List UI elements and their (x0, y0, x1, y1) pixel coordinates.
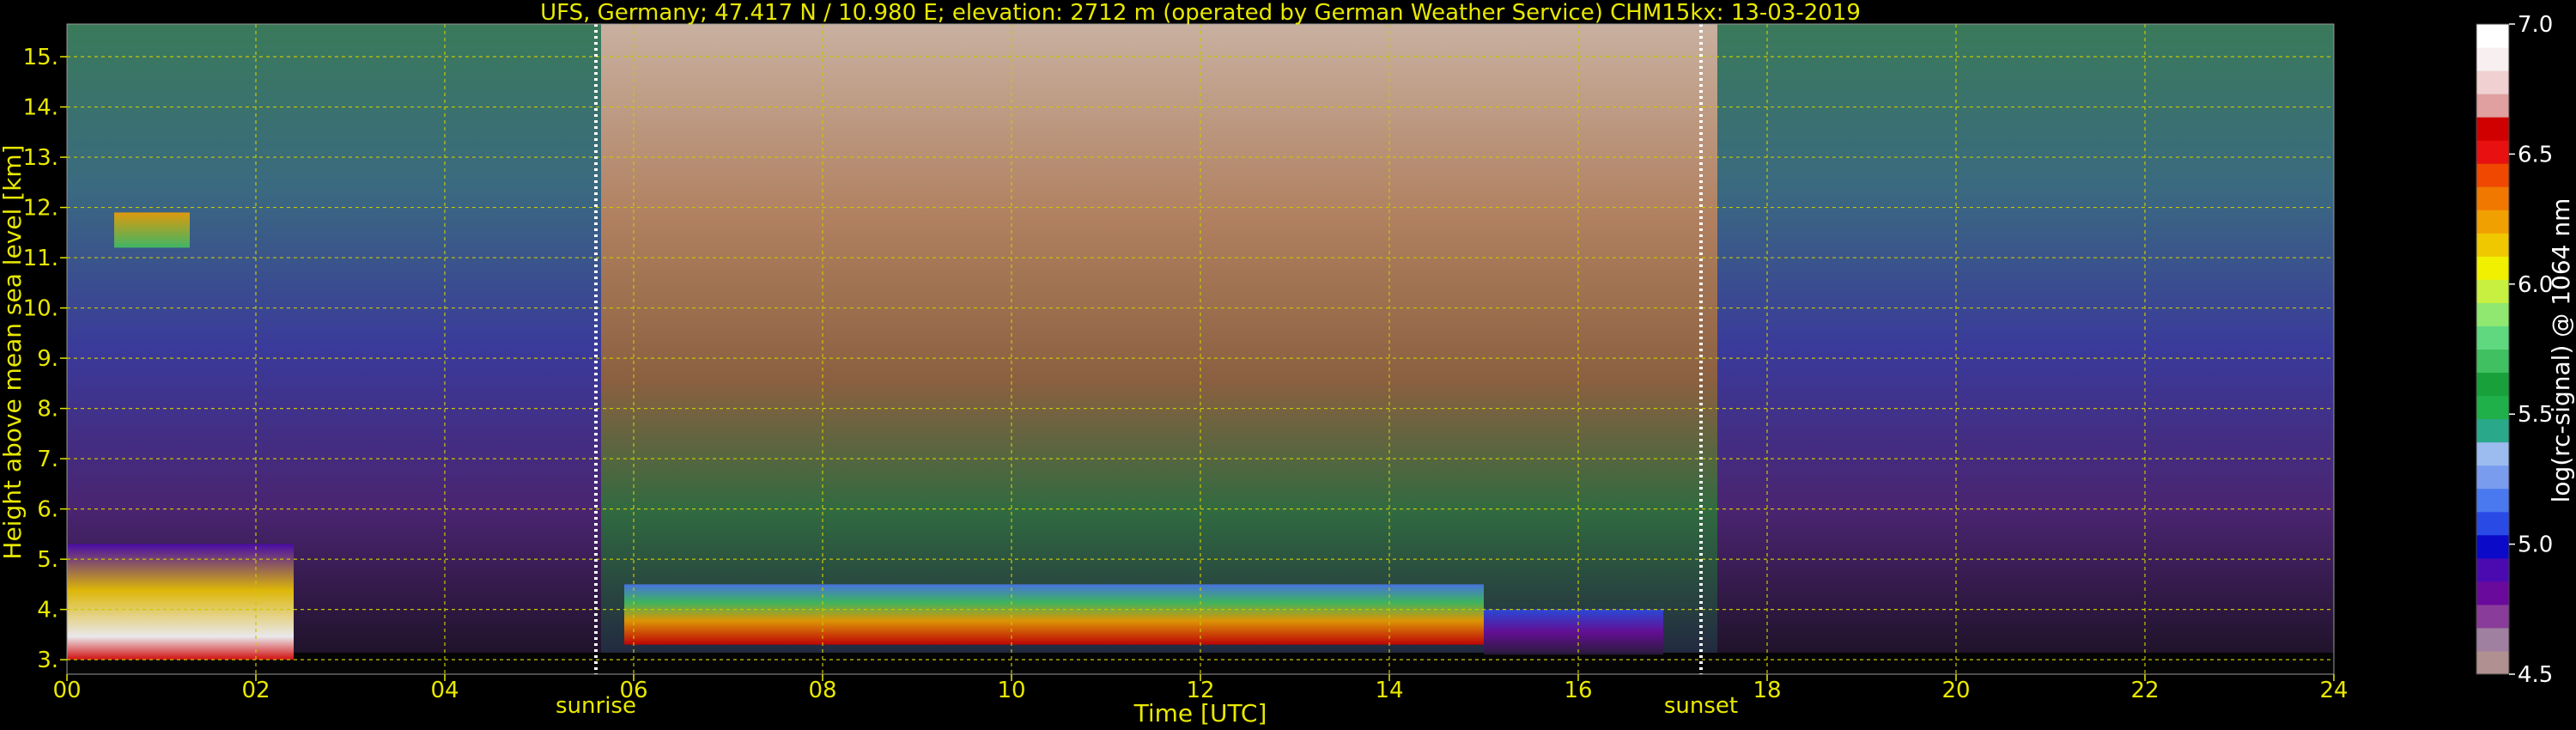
colorbar-swatch (2476, 534, 2509, 559)
x-tick-label: 24 (2319, 678, 2348, 703)
daytime-background (601, 24, 1717, 674)
y-tick-label: 11. (23, 246, 58, 271)
colorbar-swatch (2476, 465, 2509, 490)
y-tick-label: 5. (37, 547, 58, 573)
colorbar-swatch (2476, 302, 2509, 326)
x-tick-label: 02 (241, 678, 270, 703)
colorbar-swatch (2476, 349, 2509, 374)
y-tick-label: 6. (37, 497, 58, 523)
colorbar: 4.55.05.56.06.57.0 (2476, 12, 2553, 688)
y-tick-label: 15. (23, 45, 58, 70)
colorbar-swatch (2476, 94, 2509, 118)
y-axis-ticks: 3. 4. 5. 6. 7. 8. 9. 10. 11. 12. 13. 14. 15. (23, 45, 67, 673)
y-tick-label: 9. (37, 346, 58, 372)
x-tick-label: 14 (1375, 678, 1403, 703)
y-tick-label: 10. (23, 296, 58, 322)
cloud-layer (624, 584, 1484, 645)
cloud-layer (114, 212, 190, 248)
x-tick-label: 06 (619, 678, 647, 703)
y-axis-label: Height above mean sea level [km] (0, 144, 27, 559)
colorbar-swatch (2476, 395, 2509, 420)
colorbar-swatch (2476, 140, 2509, 164)
colorbar-swatch (2476, 70, 2509, 94)
y-tick-label: 13. (23, 145, 58, 171)
y-tick-label: 7. (37, 447, 58, 472)
sun-marker-label: sunset (1664, 693, 1738, 719)
y-tick-label: 14. (23, 95, 58, 121)
y-tick-label: 3. (37, 648, 58, 673)
colorbar-swatch (2476, 511, 2509, 536)
colorbar-swatch (2476, 233, 2509, 257)
y-tick-label: 8. (37, 397, 58, 423)
chart-title: UFS, Germany; 47.417 N / 10.980 E; eleva… (540, 0, 1861, 26)
colorbar-swatch (2476, 650, 2509, 675)
x-tick-label: 08 (808, 678, 836, 703)
colorbar-swatch (2476, 441, 2509, 466)
colorbar-swatch (2476, 557, 2509, 582)
colorbar-swatch (2476, 627, 2509, 652)
x-axis-label: Time [UTC] (1133, 699, 1267, 727)
x-tick-label: 10 (997, 678, 1025, 703)
colorbar-swatch (2476, 325, 2509, 350)
colorbar-tick-label: 6.5 (2518, 142, 2553, 167)
ceilometer-chart: sunrise sunset 00 02 04 06 08 10 12 14 16 18 20 22 24… (0, 0, 2575, 727)
x-tick-label: 16 (1564, 678, 1592, 703)
colorbar-swatch (2476, 186, 2509, 210)
colorbar-swatch (2476, 117, 2509, 141)
colorbar-swatch (2476, 210, 2509, 234)
x-tick-label: 18 (1753, 678, 1781, 703)
colorbar-tick-label: 7.0 (2518, 12, 2553, 38)
colorbar-swatch (2476, 24, 2509, 48)
colorbar-tick-label: 4.5 (2518, 662, 2553, 688)
x-tick-label: 04 (430, 678, 459, 703)
cloud-layer (1484, 609, 1663, 655)
colorbar-swatch (2476, 256, 2509, 280)
x-tick-label: 22 (2130, 678, 2159, 703)
x-tick-label: 00 (52, 678, 81, 703)
colorbar-swatch (2476, 604, 2509, 629)
colorbar-swatch (2476, 418, 2509, 443)
colorbar-swatch (2476, 279, 2509, 303)
y-tick-label: 12. (23, 196, 58, 222)
colorbar-swatch (2476, 372, 2509, 397)
cloud-layer (67, 544, 294, 660)
colorbar-tick-label: 5.0 (2518, 532, 2553, 558)
y-tick-label: 4. (37, 598, 58, 624)
colorbar-swatch (2476, 47, 2509, 71)
colorbar-swatch (2476, 581, 2509, 605)
colorbar-label: log(rc-signal) @ 1064 nm (2547, 198, 2575, 503)
colorbar-swatch (2476, 163, 2509, 187)
colorbar-swatch (2476, 488, 2509, 513)
x-tick-label: 20 (1941, 678, 1970, 703)
